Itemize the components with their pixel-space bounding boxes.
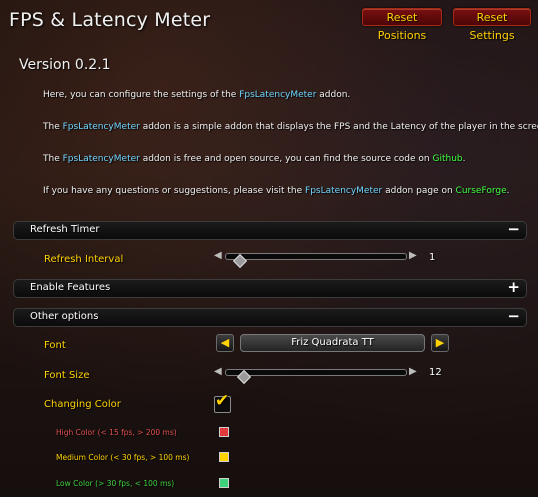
settings-panel: FPS & Latency Meter Reset Positions Rese… bbox=[0, 0, 538, 497]
slider-right-arrow-icon[interactable]: ▶ bbox=[409, 250, 417, 261]
changing-color-checkbox[interactable]: ✔ bbox=[214, 391, 231, 413]
section-label: Refresh Timer bbox=[30, 224, 100, 235]
intro-paragraph-2: The FpsLatencyMeter addon is a simple ad… bbox=[43, 122, 538, 132]
low-color-swatch[interactable] bbox=[219, 478, 229, 488]
version-label: Version 0.2.1 bbox=[19, 57, 111, 73]
slider-right-arrow-icon[interactable]: ▶ bbox=[409, 366, 417, 377]
intro-paragraph-1: Here, you can configure the settings of … bbox=[43, 90, 351, 100]
github-link[interactable]: Github bbox=[432, 154, 462, 164]
refresh-interval-slider[interactable]: ◀ ▶ bbox=[213, 249, 423, 269]
reset-settings-button[interactable]: Reset Settings bbox=[453, 8, 531, 42]
addon-name: FpsLatencyMeter bbox=[305, 186, 383, 196]
checkmark-icon: ✔ bbox=[215, 391, 230, 411]
slider-thumb[interactable] bbox=[236, 369, 252, 385]
left-triangle-icon: ◀ bbox=[220, 336, 230, 349]
medium-color-swatch[interactable] bbox=[219, 452, 229, 462]
intro-paragraph-3: The FpsLatencyMeter addon is free and op… bbox=[43, 154, 466, 164]
section-refresh-timer[interactable]: Refresh Timer − bbox=[13, 220, 527, 240]
collapse-icon[interactable]: − bbox=[507, 307, 520, 325]
medium-color-label: Medium Color (< 30 fps, > 100 ms) bbox=[56, 453, 190, 462]
font-dropdown[interactable]: Friz Quadrata TT bbox=[240, 334, 425, 352]
section-other-options[interactable]: Other options − bbox=[13, 307, 527, 327]
right-triangle-icon: ▶ bbox=[435, 336, 445, 349]
slider-left-arrow-icon[interactable]: ◀ bbox=[214, 366, 222, 377]
slider-thumb[interactable] bbox=[233, 253, 248, 269]
intro-paragraph-4: If you have any questions or suggestions… bbox=[43, 186, 510, 196]
font-size-slider[interactable]: ◀ ▶ bbox=[213, 365, 423, 385]
high-color-label: High Color (< 15 fps, > 200 ms) bbox=[56, 428, 177, 437]
reset-positions-button[interactable]: Reset Positions bbox=[362, 8, 442, 42]
font-size-value: 12 bbox=[429, 367, 442, 378]
section-enable-features[interactable]: Enable Features + bbox=[13, 278, 527, 298]
curseforge-link[interactable]: CurseForge bbox=[456, 186, 507, 196]
refresh-interval-label: Refresh Interval bbox=[44, 254, 124, 265]
high-color-swatch[interactable] bbox=[219, 427, 229, 437]
addon-name: FpsLatencyMeter bbox=[62, 122, 140, 132]
section-label: Enable Features bbox=[30, 282, 111, 293]
collapse-icon[interactable]: − bbox=[507, 220, 520, 238]
font-previous-button[interactable]: ◀ bbox=[216, 334, 234, 352]
changing-color-label: Changing Color bbox=[44, 399, 121, 410]
page-title: FPS & Latency Meter bbox=[9, 9, 211, 31]
section-label: Other options bbox=[30, 311, 99, 322]
low-color-label: Low Color (> 30 fps, < 100 ms) bbox=[56, 479, 175, 488]
addon-name: FpsLatencyMeter bbox=[62, 154, 140, 164]
slider-track[interactable] bbox=[225, 253, 407, 269]
refresh-interval-value: 1 bbox=[429, 252, 436, 263]
font-next-button[interactable]: ▶ bbox=[431, 334, 449, 352]
font-label: Font bbox=[44, 340, 66, 351]
font-size-label: Font Size bbox=[44, 370, 90, 381]
expand-icon[interactable]: + bbox=[507, 278, 520, 296]
slider-track[interactable] bbox=[225, 369, 407, 385]
slider-left-arrow-icon[interactable]: ◀ bbox=[214, 250, 222, 261]
addon-name: FpsLatencyMeter bbox=[239, 90, 317, 100]
